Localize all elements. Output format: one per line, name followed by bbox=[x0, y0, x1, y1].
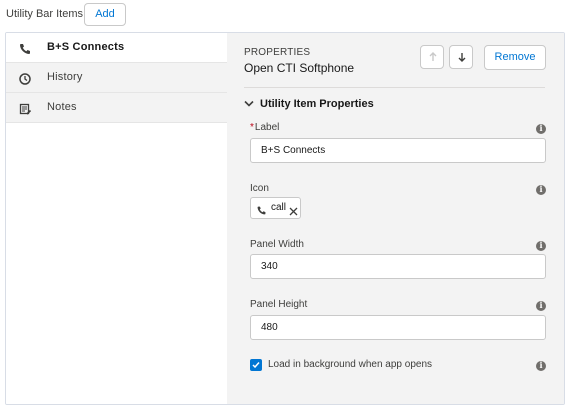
phone-icon bbox=[18, 42, 32, 56]
info-icon[interactable] bbox=[536, 360, 546, 371]
sidebar-item-notes[interactable]: Notes bbox=[6, 93, 227, 123]
clock-icon bbox=[18, 72, 32, 86]
load-background-checkbox[interactable] bbox=[250, 359, 262, 371]
label-field-label: *Label bbox=[250, 122, 279, 133]
sidebar-item-history[interactable]: History bbox=[6, 63, 227, 93]
phone-icon bbox=[256, 203, 267, 221]
panel-width-input[interactable]: 340 bbox=[250, 254, 546, 279]
panel-height-label: Panel Height bbox=[250, 299, 308, 310]
info-icon[interactable] bbox=[536, 300, 546, 311]
icon-pill[interactable]: call bbox=[250, 197, 301, 219]
sidebar-item-bs-connects[interactable]: B+S Connects bbox=[6, 33, 227, 63]
panel-height-input[interactable]: 480 bbox=[250, 315, 546, 340]
required-marker: * bbox=[250, 122, 254, 133]
close-icon[interactable] bbox=[289, 203, 298, 221]
load-background-label: Load in background when app opens bbox=[268, 359, 433, 370]
info-icon[interactable] bbox=[536, 240, 546, 251]
icon-pill-label: call bbox=[271, 202, 287, 213]
section-title: Utility Item Properties bbox=[260, 98, 374, 110]
sidebar-item-label: History bbox=[47, 71, 83, 83]
info-icon[interactable] bbox=[536, 123, 546, 134]
move-up-button[interactable] bbox=[420, 45, 444, 69]
move-down-button[interactable] bbox=[449, 45, 473, 69]
properties-title: Open CTI Softphone bbox=[244, 61, 355, 75]
header-bar: Utility Bar Items Add bbox=[0, 0, 570, 30]
properties-eyebrow: PROPERTIES bbox=[244, 47, 311, 58]
panel-width-label: Panel Width bbox=[250, 239, 304, 250]
sidebar: B+S Connects History Notes bbox=[6, 33, 227, 404]
check-icon bbox=[252, 362, 260, 369]
info-icon[interactable] bbox=[536, 184, 546, 195]
label-input[interactable]: B+S Connects bbox=[250, 138, 546, 163]
icon-field-label: Icon bbox=[250, 183, 269, 194]
page-title: Utility Bar Items bbox=[6, 8, 84, 20]
add-button[interactable]: Add bbox=[84, 3, 126, 26]
arrow-down-icon bbox=[458, 53, 466, 62]
sidebar-item-label: Notes bbox=[47, 101, 77, 113]
divider bbox=[244, 87, 545, 88]
utility-items-panel: B+S Connects History Notes PROPERTIES Op… bbox=[5, 32, 565, 405]
label-field-text: Label bbox=[254, 122, 280, 133]
properties-panel: PROPERTIES Open CTI Softphone Remove Uti… bbox=[227, 33, 564, 404]
sidebar-item-label: B+S Connects bbox=[47, 41, 125, 53]
note-icon bbox=[18, 102, 32, 116]
section-toggle[interactable]: Utility Item Properties bbox=[244, 97, 444, 113]
arrow-up-icon bbox=[429, 52, 437, 61]
remove-button[interactable]: Remove bbox=[484, 45, 546, 70]
chevron-down-icon bbox=[244, 100, 254, 107]
